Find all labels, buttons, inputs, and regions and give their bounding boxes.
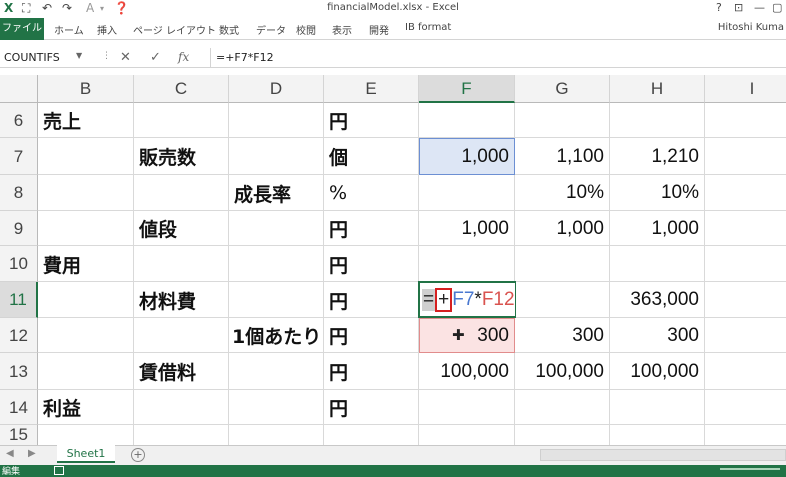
cell-c11[interactable]: 材料費 <box>134 282 229 318</box>
cell-d12[interactable]: 1個あたり <box>229 318 324 353</box>
row-header-9[interactable]: 9 <box>0 211 38 246</box>
cell-e13[interactable]: 円 <box>324 353 419 390</box>
cell-b6[interactable]: 売上 <box>38 103 134 138</box>
minimize-button[interactable]: — <box>754 1 765 14</box>
cell-e6[interactable]: 円 <box>324 103 419 138</box>
cell-e8[interactable]: % <box>324 175 419 211</box>
tab-data[interactable]: データ <box>256 22 286 37</box>
title-bar: X ⛶ ↶ ↷ A ▾ ❓ financialModel.xlsx - Exce… <box>0 0 786 18</box>
scroll-left-icon[interactable]: ◀ <box>6 448 14 459</box>
ribbon-display-button[interactable]: ⊡ <box>734 1 743 14</box>
tab-view[interactable]: 表示 <box>332 22 352 37</box>
worksheet-grid[interactable]: B C D E F G H I 6 7 8 9 10 11 12 13 14 1… <box>0 75 786 445</box>
cell-b14[interactable]: 利益 <box>38 390 134 425</box>
column-header-e[interactable]: E <box>324 75 419 103</box>
cell-e14[interactable]: 円 <box>324 390 419 425</box>
column-header-g[interactable]: G <box>515 75 610 103</box>
cell-e12[interactable]: 円 <box>324 318 419 353</box>
cell-c13[interactable]: 賃借料 <box>134 353 229 390</box>
column-header-f[interactable]: F <box>419 75 515 103</box>
cell-e10[interactable]: 円 <box>324 246 419 282</box>
cell-h7[interactable]: 1,210 <box>610 138 705 175</box>
add-sheet-icon[interactable]: + <box>131 448 145 462</box>
cell-f7[interactable]: 1,000 <box>419 138 515 175</box>
cell-g8[interactable]: 10% <box>515 175 610 211</box>
row-header-11[interactable]: 11 <box>0 282 38 318</box>
formula-equals: = <box>422 289 436 311</box>
sheet-tab-sheet1[interactable]: Sheet1 <box>57 445 115 463</box>
scroll-right-icon[interactable]: ▶ <box>28 448 36 459</box>
select-all-corner[interactable] <box>0 75 38 103</box>
cell-e7[interactable]: 個 <box>324 138 419 175</box>
sheet-tab-bar: ◀ ▶ Sheet1 + <box>0 445 786 465</box>
cell-c7[interactable]: 販売数 <box>134 138 229 175</box>
row-header-10[interactable]: 10 <box>0 246 38 282</box>
cell-f11-formula[interactable]: = + F7 * F12 <box>422 282 515 318</box>
formula-bar: COUNTIFS ▼ ⋮ ✕ ✓ fx =+F7*F12 <box>0 48 786 68</box>
row-header-15[interactable]: 15 <box>0 425 38 445</box>
row-header-6[interactable]: 6 <box>0 103 38 138</box>
tab-file[interactable]: ファイル <box>0 18 44 40</box>
cell-h11[interactable]: 363,000 <box>610 282 705 318</box>
status-mode: 編集 <box>2 467 21 477</box>
cell-e11[interactable]: 円 <box>324 282 419 318</box>
tab-ib-format[interactable]: IB format <box>405 22 451 33</box>
column-header-b[interactable]: B <box>38 75 134 103</box>
cell-g7[interactable]: 1,100 <box>515 138 610 175</box>
formula-input[interactable]: =+F7*F12 <box>210 48 786 68</box>
enter-check-icon[interactable]: ✓ <box>150 50 161 65</box>
row-header-8[interactable]: 8 <box>0 175 38 211</box>
tab-page-layout[interactable]: ページ レイアウト <box>133 22 216 37</box>
cell-h13[interactable]: 100,000 <box>610 353 705 390</box>
cell-h8[interactable]: 10% <box>610 175 705 211</box>
cell-b10[interactable]: 費用 <box>38 246 134 282</box>
cell-f13[interactable]: 100,000 <box>419 353 515 390</box>
macro-record-icon[interactable] <box>54 466 64 475</box>
splitter-icon[interactable]: ⋮ <box>102 51 111 61</box>
cell-f12[interactable]: 300 <box>419 318 515 353</box>
formula-plus-caret: + <box>435 288 453 312</box>
chevron-down-icon[interactable]: ▼ <box>76 51 82 60</box>
column-header-c[interactable]: C <box>134 75 229 103</box>
insert-function-icon[interactable]: fx <box>178 50 189 64</box>
cell-e9[interactable]: 円 <box>324 211 419 246</box>
formula-ref-f12: F12 <box>481 289 515 310</box>
tab-insert[interactable]: 挿入 <box>97 22 117 37</box>
status-bar: 編集 <box>0 465 786 477</box>
column-header-h[interactable]: H <box>610 75 705 103</box>
horizontal-scrollbar[interactable] <box>540 449 786 461</box>
cancel-icon[interactable]: ✕ <box>120 50 131 65</box>
tab-home[interactable]: ホーム <box>54 22 84 37</box>
tab-formulas[interactable]: 数式 <box>219 22 239 37</box>
help-window-button[interactable]: ? <box>716 1 722 14</box>
maximize-button[interactable]: ▢ <box>772 1 782 14</box>
tab-developer[interactable]: 開発 <box>369 22 389 37</box>
user-name[interactable]: Hitoshi Kuma <box>718 22 784 33</box>
row-header-13[interactable]: 13 <box>0 353 38 390</box>
cell-c9[interactable]: 値段 <box>134 211 229 246</box>
cell-g13[interactable]: 100,000 <box>515 353 610 390</box>
ribbon-tabs: ファイル ホーム 挿入 ページ レイアウト 数式 データ 校閲 表示 開発 IB… <box>0 18 786 40</box>
tab-review[interactable]: 校閲 <box>296 22 316 37</box>
cell-g9[interactable]: 1,000 <box>515 211 610 246</box>
cell-g12[interactable]: 300 <box>515 318 610 353</box>
cell-f9[interactable]: 1,000 <box>419 211 515 246</box>
row-header-12[interactable]: 12 <box>0 318 38 353</box>
cell-d8[interactable]: 成長率 <box>229 175 324 211</box>
column-header-i[interactable]: I <box>705 75 786 103</box>
formula-operator: * <box>474 289 482 310</box>
row-header-7[interactable]: 7 <box>0 138 38 175</box>
window-title: financialModel.xlsx - Excel <box>327 2 459 13</box>
row-header-14[interactable]: 14 <box>0 390 38 425</box>
cell-h9[interactable]: 1,000 <box>610 211 705 246</box>
zoom-slider[interactable] <box>720 468 780 470</box>
formula-ref-f7: F7 <box>452 289 475 310</box>
cell-h12[interactable]: 300 <box>610 318 705 353</box>
column-header-d[interactable]: D <box>229 75 324 103</box>
